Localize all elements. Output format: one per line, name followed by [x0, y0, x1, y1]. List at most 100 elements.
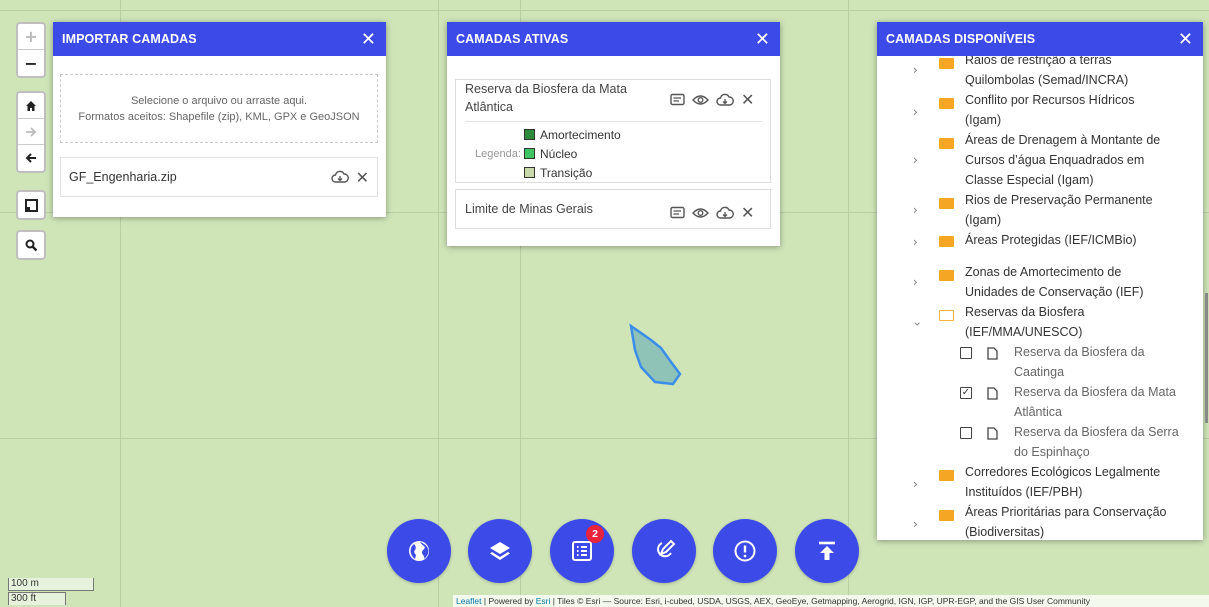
fullscreen-control — [16, 190, 46, 220]
legend-icon[interactable] — [670, 93, 685, 106]
label-line: Áreas Protegidas (IEF/ICMBio) — [965, 233, 1137, 247]
tree-folder[interactable]: › Conflito por Recursos Hídricos (Igam) — [877, 90, 1193, 130]
label-line: Áreas de Drenagem à Montante de — [965, 133, 1161, 147]
legend-icon[interactable] — [670, 206, 685, 219]
tree-folder[interactable]: › Áreas Protegidas (IEF/ICMBio) — [877, 230, 1193, 254]
tree-folder[interactable]: › Zonas de Amortecimento de Unidades de C… — [877, 262, 1193, 302]
cloud-download-icon[interactable] — [716, 206, 734, 220]
folder-icon — [939, 98, 954, 109]
tree-folder-expanded[interactable]: › Reservas da Biosfera (IEF/MMA/UNESCO) — [877, 302, 1193, 342]
label-line: Áreas Prioritárias para Conservação — [965, 505, 1167, 519]
cloud-download-icon[interactable] — [716, 93, 734, 107]
legend-text: Transição — [540, 165, 593, 180]
home-button[interactable] — [18, 93, 44, 119]
zoom-control: + − — [16, 22, 46, 78]
fullscreen-button[interactable] — [18, 192, 44, 218]
alert-button[interactable] — [713, 519, 777, 583]
chevron-right-icon[interactable]: › — [913, 232, 918, 252]
search-button[interactable] — [18, 232, 44, 258]
leaf-label: Reserva da Biosfera da Caatinga — [1014, 342, 1194, 382]
fullscreen-icon — [24, 198, 38, 212]
close-icon[interactable]: ✕ — [361, 29, 376, 50]
scale-imperial: 300 ft — [8, 592, 66, 605]
layer-tree: › Raios de restrição a terras Quilombolas… — [877, 56, 1203, 540]
layer-checkbox[interactable] — [960, 427, 972, 439]
chevron-down-icon[interactable]: › — [907, 322, 927, 327]
remove-layer-icon[interactable]: ✕ — [741, 90, 754, 109]
tree-folder[interactable]: › Áreas Prioritárias para Conservação (Bi… — [877, 502, 1193, 540]
chevron-right-icon[interactable]: › — [913, 272, 918, 292]
chevron-right-icon[interactable]: › — [913, 150, 918, 170]
legend-swatch — [524, 129, 535, 140]
zoom-out-button[interactable]: − — [18, 50, 44, 76]
search-control — [16, 230, 46, 260]
esri-link[interactable]: Esri — [536, 596, 551, 606]
close-icon[interactable]: ✕ — [1178, 29, 1193, 50]
chevron-right-icon[interactable]: › — [913, 200, 918, 220]
map-attribution: Leaflet | Powered by Esri | Tiles © Esri… — [453, 595, 1209, 607]
chevron-right-icon[interactable]: › — [913, 514, 918, 534]
forward-button[interactable] — [18, 119, 44, 145]
label-line: Caatinga — [1014, 365, 1065, 379]
edit-map-button[interactable] — [632, 519, 696, 583]
label-line: (Igam) — [965, 113, 1002, 127]
label-line: Zonas de Amortecimento de — [965, 265, 1122, 279]
label-line: Quilombolas (Semad/INCRA) — [965, 73, 1129, 87]
active-layers-button[interactable] — [550, 519, 614, 583]
file-icon — [987, 386, 998, 406]
layer-checkbox[interactable] — [960, 347, 972, 359]
label-line: (IEF/MMA/UNESCO) — [965, 325, 1083, 339]
leaflet-link[interactable]: Leaflet — [456, 596, 482, 606]
label-line: Classe Especial (Igam) — [965, 173, 1094, 187]
layers-icon — [490, 542, 510, 560]
tree-folder[interactable]: › Áreas de Drenagem à Montante de Cursos … — [877, 130, 1193, 190]
back-button[interactable] — [18, 145, 44, 171]
folder-label: Rios de Preservação Permanente (Igam) — [965, 190, 1191, 230]
layers-button[interactable] — [468, 519, 532, 583]
label-line: Reserva da Biosfera da Mata — [1014, 385, 1176, 399]
upload-button[interactable] — [795, 519, 859, 583]
cloud-download-icon[interactable] — [330, 170, 349, 184]
tree-folder[interactable]: › Corredores Ecológicos Legalmente Instit… — [877, 462, 1193, 502]
leaf-label: Reserva da Biosfera da Serra do Espinhaço — [1014, 422, 1194, 462]
map-polygon[interactable] — [625, 322, 685, 390]
folder-label: Zonas de Amortecimento de Unidades de Con… — [965, 262, 1191, 302]
layer-checkbox-checked[interactable]: ✓ — [960, 387, 972, 399]
attribution-text: | Powered by — [481, 596, 536, 606]
tree-leaf-layer[interactable]: ✓ Reserva da Biosfera da Mata Atlântica — [877, 382, 1193, 422]
tree-folder[interactable]: › Rios de Preservação Permanente (Igam) — [877, 190, 1193, 230]
tree-leaf-layer[interactable]: Reserva da Biosfera da Serra do Espinhaço — [877, 422, 1193, 462]
label-line: Unidades de Conservação (IEF) — [965, 285, 1144, 299]
zoom-in-button[interactable]: + — [18, 24, 44, 50]
list-icon — [572, 541, 592, 561]
eye-icon[interactable] — [692, 94, 709, 106]
close-icon[interactable]: ✕ — [755, 29, 770, 50]
basemap-button[interactable] — [387, 519, 451, 583]
notification-badge: 2 — [586, 525, 604, 543]
chevron-right-icon[interactable]: › — [913, 474, 918, 494]
tree-leaf-layer[interactable]: Reserva da Biosfera da Caatinga — [877, 342, 1193, 382]
grid-line — [438, 0, 439, 607]
scrollbar[interactable] — [1205, 293, 1208, 423]
legend-item: Amortecimento — [524, 125, 621, 144]
file-dropzone[interactable]: Selecione o arquivo ou arraste aqui. For… — [60, 74, 378, 143]
folder-icon — [939, 236, 954, 247]
chevron-right-icon[interactable]: › — [913, 60, 918, 80]
layer-actions: ✕ — [670, 203, 754, 222]
globe-icon — [409, 541, 429, 561]
label-line: Reserva da Biosfera da — [1014, 345, 1145, 359]
folder-open-icon — [939, 310, 954, 321]
tree-folder[interactable]: › Raios de restrição a terras Quilombolas… — [877, 56, 1193, 90]
search-icon — [25, 239, 37, 251]
eye-icon[interactable] — [692, 207, 709, 219]
legend-text: Amortecimento — [540, 127, 621, 142]
chevron-right-icon[interactable]: › — [913, 102, 918, 122]
legend-list: Amortecimento Núcleo Transição — [524, 125, 621, 182]
active-panel-header: CAMADAS ATIVAS ✕ — [447, 22, 780, 56]
grid-line — [848, 0, 849, 607]
remove-layer-icon[interactable]: ✕ — [741, 203, 754, 222]
label-line: Corredores Ecológicos Legalmente — [965, 465, 1161, 479]
folder-label: Corredores Ecológicos Legalmente Instituí… — [965, 462, 1191, 502]
remove-file-icon[interactable]: ✕ — [356, 168, 369, 187]
legend-swatch — [524, 148, 535, 159]
